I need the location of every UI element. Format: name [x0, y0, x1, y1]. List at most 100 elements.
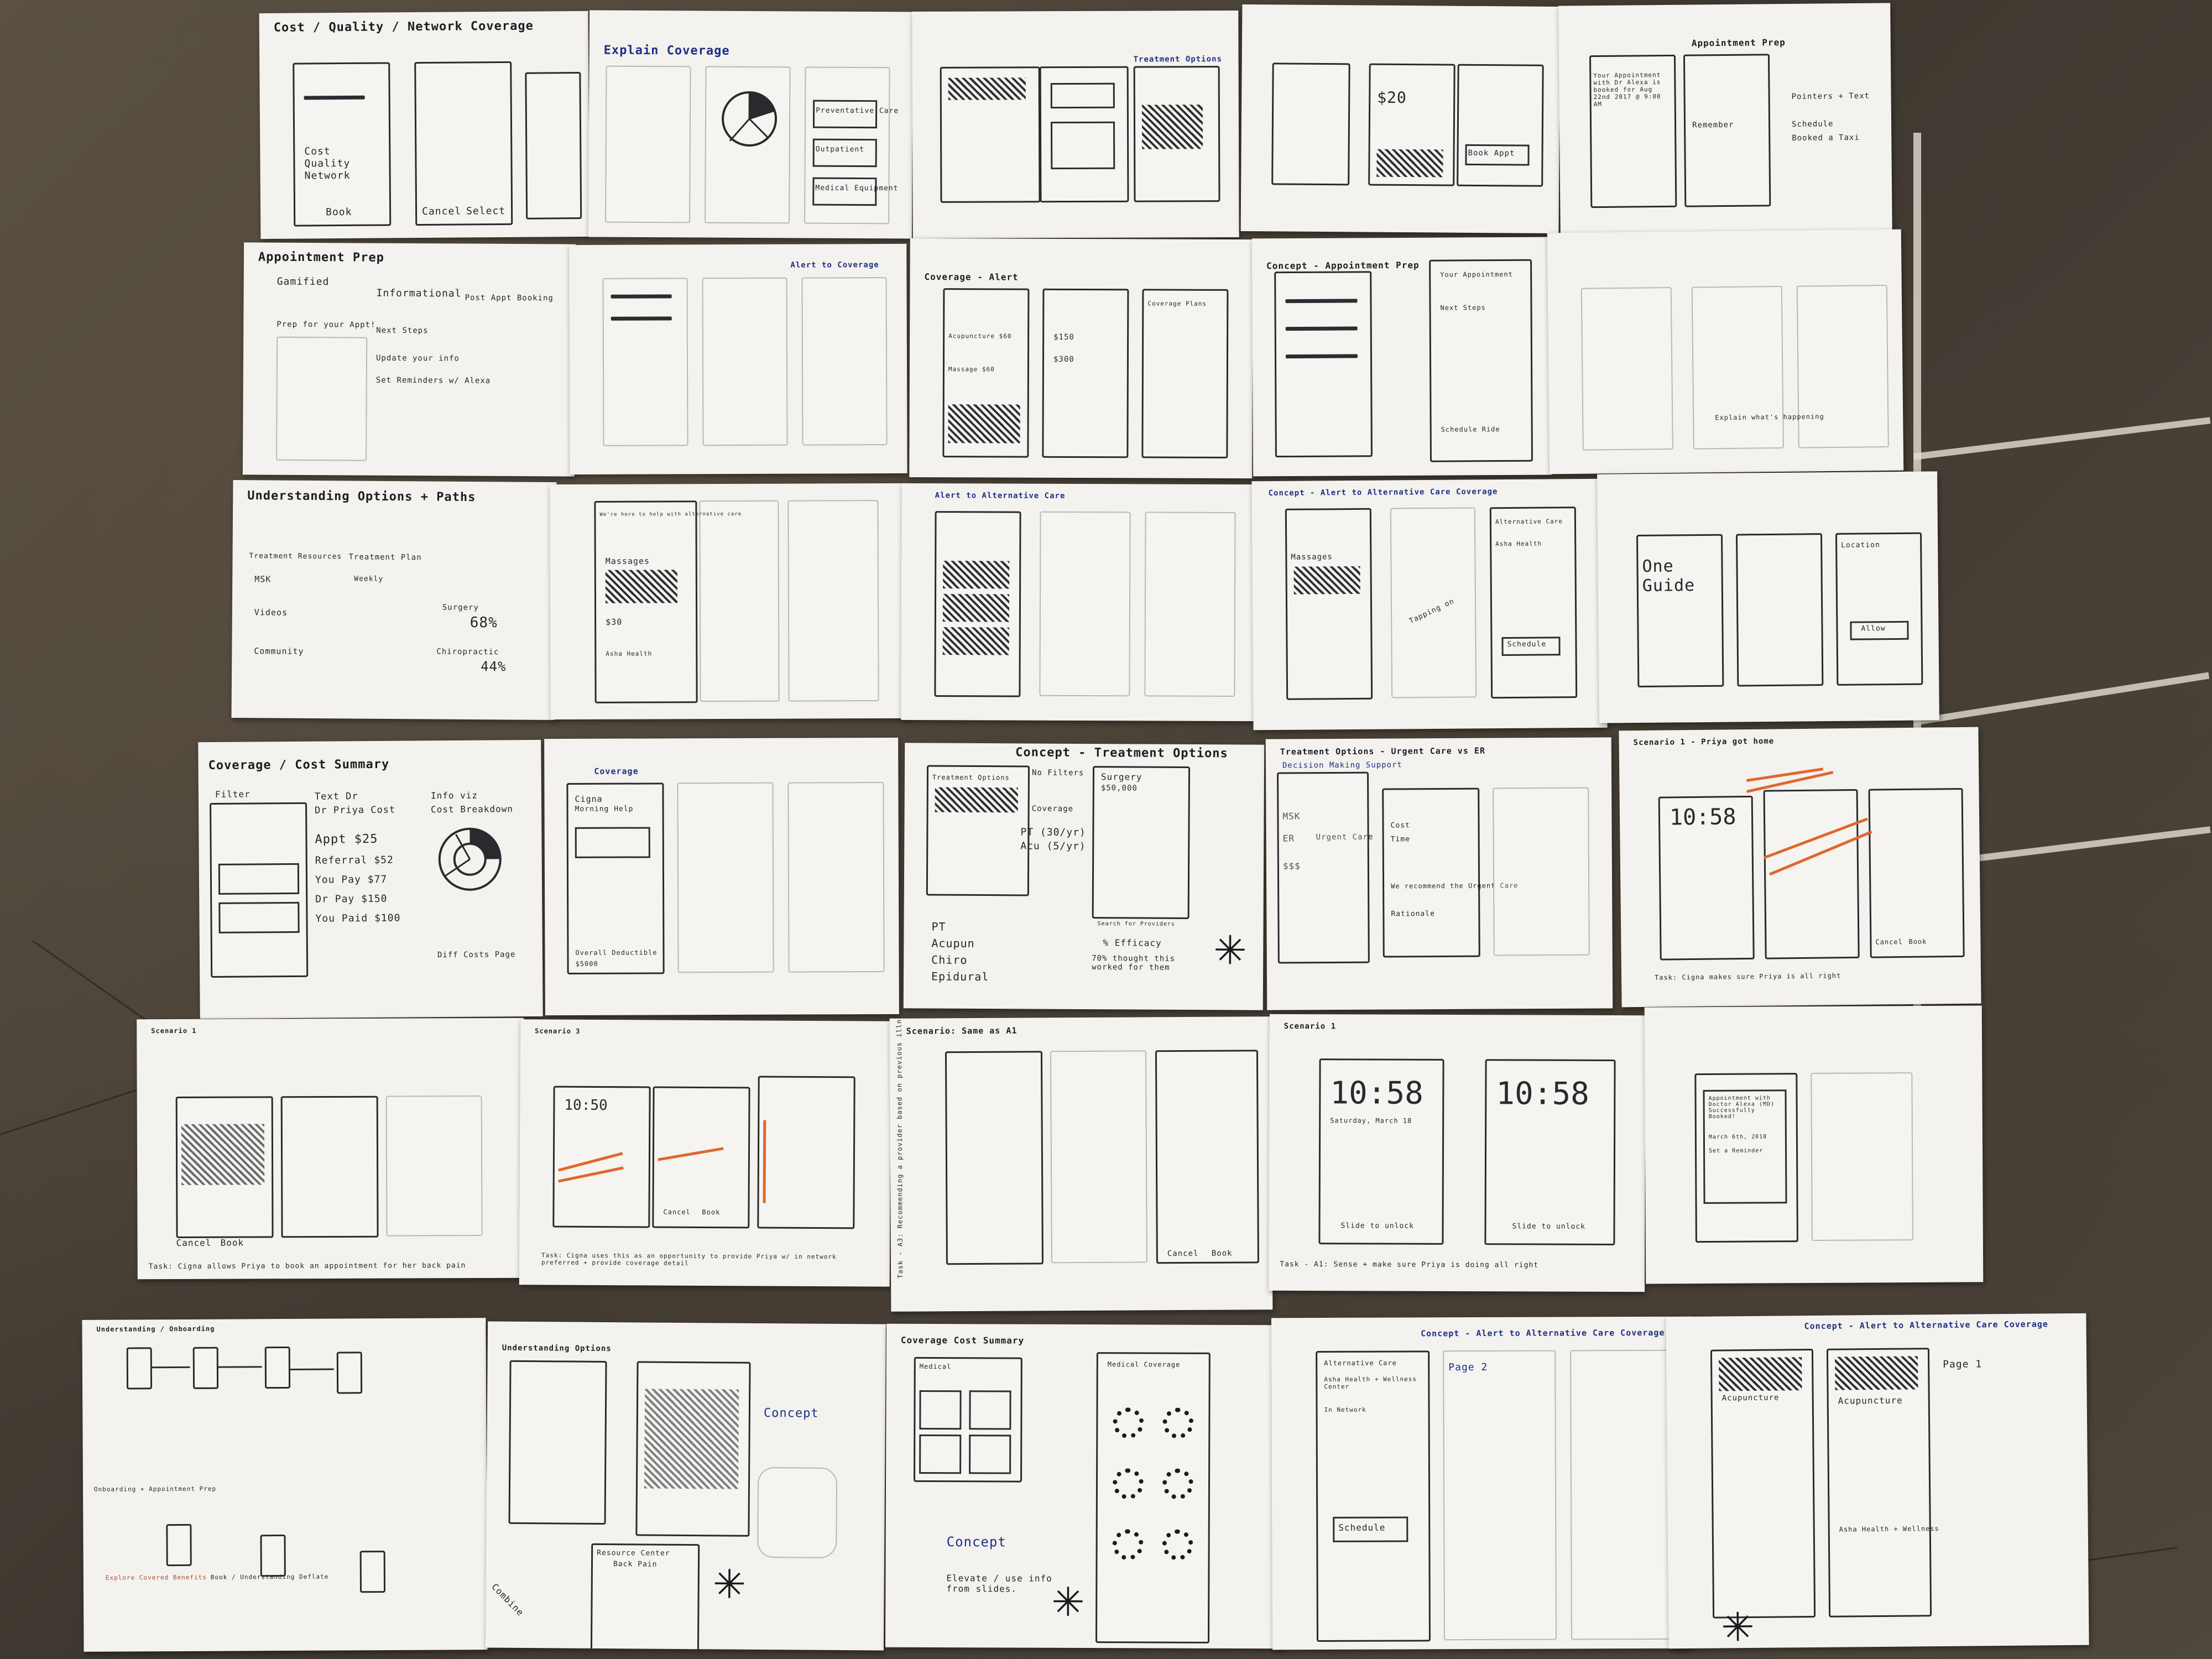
wireframe-phone — [525, 72, 582, 220]
sketch-sheet: One Guide Location Allow — [1597, 471, 1939, 723]
image-placeholder — [942, 594, 1010, 622]
sheet-note: Asha Health + Wellness Center — [1324, 1375, 1417, 1390]
sheet-note: Remember — [1692, 120, 1734, 130]
grid-tile — [919, 1434, 962, 1474]
image-placeholder — [605, 570, 678, 603]
wireframe-phone — [1095, 1352, 1211, 1644]
sheet-note: Massage $60 — [948, 366, 995, 373]
sheet-note: Morning Help — [575, 805, 634, 813]
sheet-note: Informational — [376, 287, 462, 300]
sheet-note: Alternative Care — [1495, 518, 1563, 526]
wireframe-phone — [1277, 771, 1370, 964]
sheet-note: Post Appt Booking — [465, 293, 554, 303]
sheet-note: Next Steps — [1440, 304, 1486, 312]
sheet-note: Treatment Resources — [249, 552, 342, 561]
wireframe-phone — [1811, 1072, 1913, 1241]
sheet-title: Scenario 1 — [1284, 1021, 1337, 1031]
sheet-note: Outpatient — [815, 145, 865, 154]
sheet-note: Update your info — [375, 353, 460, 363]
sheet-title: Scenario 1 — [151, 1026, 197, 1035]
wireframe-phone — [1141, 289, 1229, 458]
sheet-note: In Network — [1324, 1406, 1366, 1413]
sketch-sheet: Appointment Prep Gamified Informational … — [242, 242, 576, 477]
sheet-note: Chiropractic — [436, 647, 499, 657]
sheet-title: Concept - Alert to Alternative Care Cove… — [1804, 1319, 2048, 1332]
grid-tile — [969, 1390, 1011, 1430]
sketch-line — [611, 316, 672, 321]
wireframe-phone — [699, 500, 780, 702]
sheet-note: Task - A3: Recommending a provider based… — [895, 1016, 905, 1279]
card-box — [1050, 82, 1115, 109]
sheet-note: Schedule — [1507, 640, 1547, 649]
sheet-note: Explain what's happening — [1715, 413, 1824, 422]
sheet-note: 68% — [469, 614, 498, 632]
sheet-note: Epidural — [931, 969, 989, 984]
sheet-note: Book — [220, 1237, 244, 1248]
sheet-note: Set Reminders w/ Alexa — [375, 375, 491, 385]
wireframe-phone — [605, 65, 691, 223]
sheet-note: PT — [931, 920, 946, 933]
sketch-sheet: Appointment with Doctor Alexa (MD) Succe… — [1644, 1005, 1984, 1284]
pie-sketch — [722, 91, 778, 147]
sheet-note: Rationale — [1391, 910, 1435, 919]
sheet-note: Preventative Care — [816, 106, 899, 116]
wireframe-phone — [1316, 1350, 1431, 1642]
sheet-note: Acupuncture — [1838, 1395, 1903, 1406]
sheet-note: Schedule — [1791, 119, 1834, 129]
sheet-note: Cigna — [575, 794, 603, 804]
sheet-note: Cost Breakdown — [431, 804, 514, 815]
wireframe-phone — [677, 782, 774, 973]
sketch-line — [1285, 326, 1358, 331]
sheet-note: Asha Health — [606, 650, 653, 658]
wireframe-phone — [1683, 54, 1771, 207]
sheet-note: Your Appointment — [1440, 270, 1513, 279]
wireframe-phone — [414, 61, 513, 226]
sheet-note: Set a Reminder — [1709, 1147, 1764, 1154]
card-box — [575, 827, 650, 858]
sheet-title: Understanding Options — [502, 1343, 612, 1354]
sheet-note: Task: Cigna makes sure Priya is all righ… — [1655, 972, 1841, 982]
sketch-line — [611, 294, 672, 299]
sheet-note: Book — [702, 1208, 721, 1217]
image-placeholder — [948, 404, 1020, 444]
sheet-note: We're here to help with alternative care — [599, 511, 742, 518]
wireframe-phone — [260, 1534, 286, 1577]
sheet-note: Schedule Ride — [1441, 425, 1500, 434]
sheet-note: No Filters — [1031, 768, 1084, 778]
sheet-note: Elevate / use info from slides. — [946, 1573, 1052, 1594]
sketch-sheet: Scenario 3 10:50 Cancel Book Task: Cigna… — [519, 1019, 891, 1287]
sheet-title: Treatment Options — [1133, 55, 1222, 64]
sheet-note: $30 — [606, 617, 623, 627]
wireframe-phone — [293, 62, 392, 227]
sheet-note: Acupun — [931, 936, 975, 950]
sheet-title: Understanding / Onboarding — [96, 1324, 215, 1333]
sheet-note: Acupuncture — [1721, 1393, 1780, 1403]
sheet-note: Acupuncture $60 — [948, 332, 1012, 340]
orange-annotation — [1746, 768, 1824, 782]
wireframe-phone — [166, 1524, 192, 1567]
image-placeholder — [1293, 566, 1360, 594]
sheet-note: Combine — [489, 1581, 526, 1618]
sheet-note: 44% — [481, 659, 507, 675]
wireframe-phone — [280, 1095, 379, 1238]
sheet-note: Coverage — [1031, 804, 1074, 813]
category-icon — [1162, 1407, 1194, 1439]
sketch-sheet: Treatment Options - Urgent Care vs ER De… — [1265, 737, 1613, 1010]
sheet-note: You Paid $100 — [315, 912, 401, 925]
wireframe-phone — [1580, 287, 1673, 451]
sheet-note: Allow — [1861, 624, 1886, 633]
orange-annotation — [763, 1120, 766, 1203]
sheet-title: Scenario 3 — [535, 1027, 581, 1035]
sheet-note: Overall Deductible — [575, 948, 658, 957]
category-icon — [1112, 1529, 1144, 1561]
sketch-sheet: Scenario 1 - Priya got home 10:58 Cancel… — [1619, 727, 1981, 1008]
sheet-note: Book — [1908, 937, 1927, 946]
sheet-note: Info viz — [430, 790, 478, 801]
wireframe-phone — [702, 277, 788, 446]
card-box — [1050, 121, 1115, 170]
sketch-sheet: Scenario 1 Cancel Book Task: Cigna allow… — [137, 1018, 525, 1280]
wireframe-phone — [590, 1543, 700, 1651]
image-placeholder — [935, 787, 1018, 813]
image-placeholder — [1141, 105, 1203, 149]
sheet-note: Page 2 — [1448, 1361, 1488, 1374]
